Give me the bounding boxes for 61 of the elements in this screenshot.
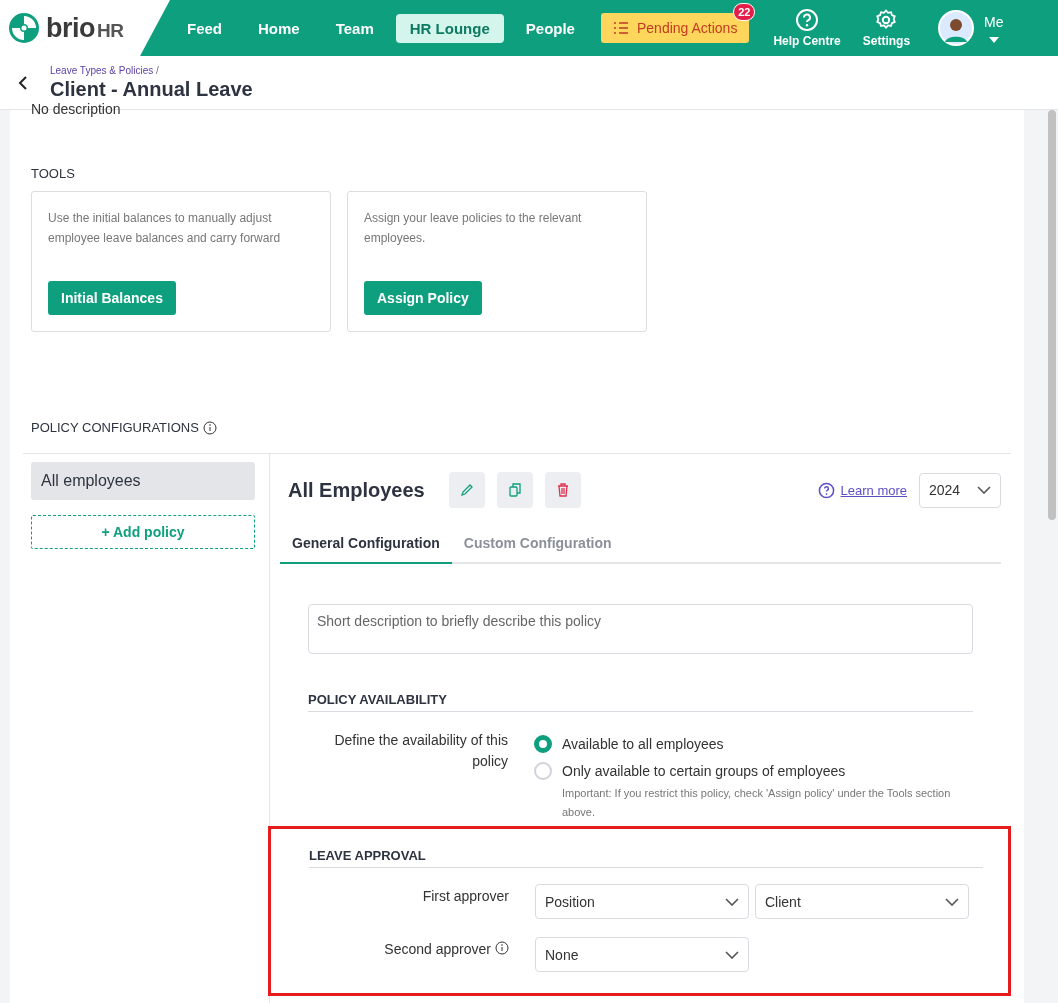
field-label: First approver	[422, 887, 509, 904]
tool-button[interactable]: Initial Balances	[48, 281, 176, 315]
copy-button[interactable]	[496, 472, 533, 508]
nav-tab[interactable]: Feed	[173, 13, 236, 43]
tool-description: Use the initial balances to manually adjust employee leave balances and carry forward	[48, 210, 282, 247]
nav-tab[interactable]: Team	[321, 13, 388, 43]
description-field[interactable]: Short description to briefly describe this policy	[308, 604, 973, 654]
chevron-down-icon	[945, 897, 959, 906]
section-heading: POLICY AVAILABILITY	[308, 692, 973, 712]
breadcrumb-separator: /	[156, 64, 159, 76]
section-heading: LEAVE APPROVAL	[309, 848, 983, 868]
delete-button[interactable]	[544, 472, 581, 508]
radio-button[interactable]	[534, 761, 552, 780]
nav-tab[interactable]: People	[511, 13, 589, 43]
policy-item[interactable]: All employees	[31, 462, 255, 500]
tool-button[interactable]: Assign Policy	[364, 281, 482, 315]
copy-icon	[507, 483, 522, 497]
field-label: Define the availability of this policy	[333, 731, 508, 771]
logo-icon	[8, 12, 40, 44]
caret-icon[interactable]	[988, 36, 999, 43]
section-heading: TOOLS	[31, 166, 76, 181]
back-icon[interactable]	[18, 74, 28, 91]
nav-tab[interactable]: HR Lounge	[395, 13, 504, 43]
help-centre-link[interactable]: Help Centre	[773, 8, 841, 48]
settings-icon	[874, 8, 899, 32]
user-name[interactable]: Me	[984, 13, 1004, 30]
radio-label[interactable]: Only available to certain groups of employees	[562, 762, 846, 779]
config-tab[interactable]: General Configuration	[280, 524, 452, 564]
help-icon	[817, 481, 835, 499]
radio-button[interactable]	[534, 734, 552, 753]
learn-more-link[interactable]: Learn more	[840, 482, 907, 498]
tool-description: Assign your leave policies to the relevant employees.	[364, 210, 583, 247]
policy-title: All Employees	[288, 478, 425, 502]
year-select[interactable]: 2024	[919, 472, 1001, 508]
approver-select[interactable]: Position	[535, 884, 749, 919]
note-text: Important: If you restrict this policy, check 'Assign policy' under the Tools section above.	[562, 786, 952, 820]
nav-tab[interactable]: Home	[244, 13, 314, 43]
info-icon[interactable]	[202, 420, 217, 435]
section-heading: POLICY CONFIGURATIONS	[31, 420, 199, 435]
radio-label[interactable]: Available to all employees	[562, 735, 724, 752]
settings-link[interactable]: Settings	[862, 8, 911, 48]
edit-button[interactable]	[448, 472, 485, 508]
add-policy-button[interactable]: + Add policy	[31, 515, 255, 549]
chevron-down-icon	[725, 897, 739, 906]
config-tab[interactable]: Custom Configuration	[451, 524, 624, 564]
avatar[interactable]	[938, 10, 975, 46]
chevron-down-icon	[725, 950, 739, 959]
chevron-down-icon	[977, 486, 991, 494]
info-icon[interactable]	[495, 940, 509, 955]
pencil-icon	[459, 483, 474, 497]
approver-select[interactable]: Client	[755, 884, 969, 919]
field-label: Second approver	[384, 940, 491, 957]
checklist-icon	[612, 21, 629, 35]
scrollbar[interactable]	[1048, 110, 1056, 520]
description-text: No description	[31, 101, 122, 115]
page-title: Client - Annual Leave	[50, 77, 253, 101]
approver-select[interactable]: None	[535, 937, 749, 972]
breadcrumb-link[interactable]: Leave Types & Policies	[50, 64, 154, 76]
trash-icon	[555, 483, 570, 497]
notification-badge: 22	[733, 3, 756, 21]
question-icon	[795, 8, 820, 32]
